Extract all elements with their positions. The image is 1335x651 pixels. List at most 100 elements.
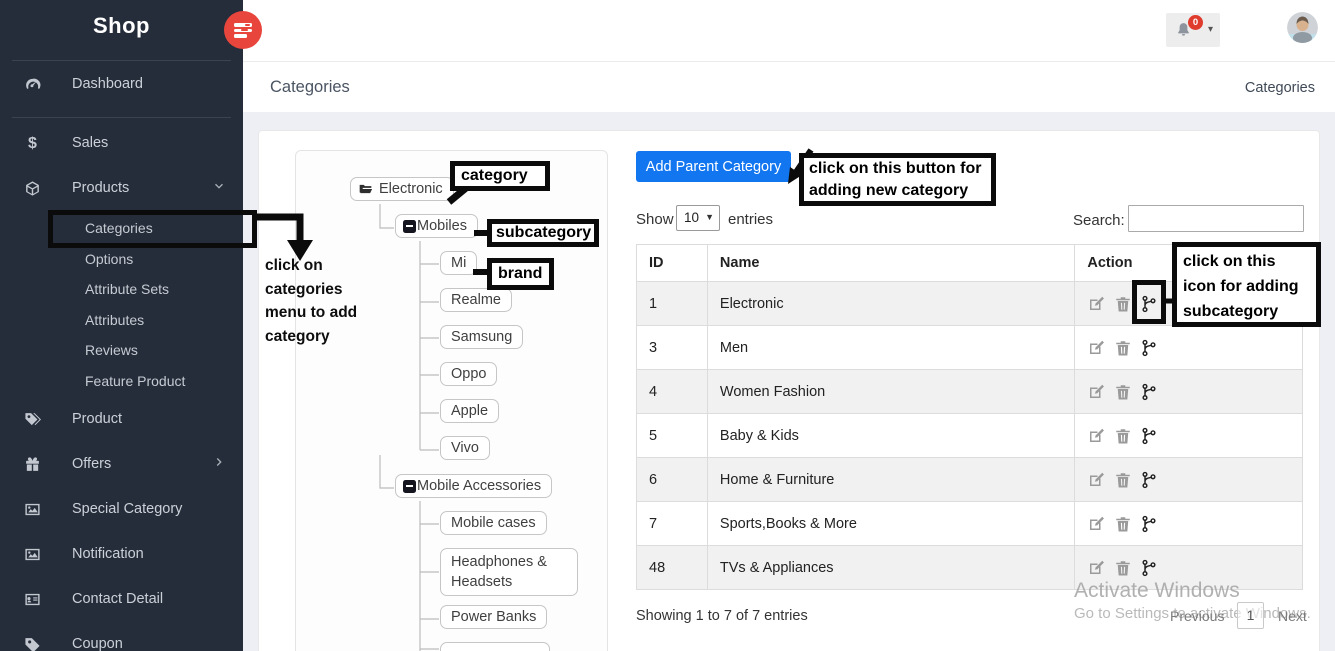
tree-node-apple[interactable]: Apple xyxy=(440,399,499,423)
sidebar-item-label: Products xyxy=(72,180,129,196)
page-header-bar: Categories Categories xyxy=(243,62,1335,112)
delete-icon[interactable] xyxy=(1114,339,1132,357)
add-parent-category-button[interactable]: Add Parent Category xyxy=(636,151,791,182)
sidebar-item-products[interactable]: Products xyxy=(0,178,243,202)
sidebar-item-contact-detail[interactable]: Contact Detail xyxy=(0,589,243,613)
delete-icon[interactable] xyxy=(1114,295,1132,313)
sidebar-item-dashboard[interactable]: Dashboard xyxy=(0,74,243,98)
tree-node-electronic[interactable]: Electronic xyxy=(350,177,454,201)
collapse-minus-icon[interactable] xyxy=(403,220,416,233)
user-avatar[interactable] xyxy=(1287,12,1318,43)
column-header-id[interactable]: ID xyxy=(637,245,708,282)
sidebar-item-label: Attributes xyxy=(85,312,144,328)
tree-node-label: Mobile cases xyxy=(451,515,536,531)
edit-icon[interactable] xyxy=(1087,339,1105,357)
sidebar-item-label: Offers xyxy=(72,456,111,472)
edit-icon[interactable] xyxy=(1087,383,1105,401)
sidebar-item-coupon[interactable]: Coupon xyxy=(0,634,243,651)
sidebar-item-offers[interactable]: Offers xyxy=(0,454,243,478)
cell-name: Home & Furniture xyxy=(707,458,1074,502)
page-title: Categories xyxy=(270,78,350,97)
annotation-category-label: category xyxy=(450,161,550,191)
add-subcategory-icon[interactable] xyxy=(1141,515,1157,533)
tree-node-mi[interactable]: Mi xyxy=(440,251,477,275)
add-subcategory-icon[interactable] xyxy=(1141,427,1157,445)
sidebar-item-feature-product[interactable]: Feature Product xyxy=(0,372,243,394)
edit-icon[interactable] xyxy=(1087,515,1105,533)
delete-icon[interactable] xyxy=(1114,559,1132,577)
annotation-button-note: click on this button for adding new cate… xyxy=(799,153,996,206)
add-subcategory-icon[interactable] xyxy=(1141,559,1157,577)
page-size-select[interactable]: 10 ▼ xyxy=(676,205,720,231)
sidebar-toggle-button[interactable] xyxy=(224,11,262,49)
tree-node-mobile-accessories[interactable]: Mobile Accessories xyxy=(395,474,552,498)
cell-id: 6 xyxy=(637,458,708,502)
table-info-text: Showing 1 to 7 of 7 entries xyxy=(636,608,808,624)
sidebar-item-label: Attribute Sets xyxy=(85,281,169,297)
sidebar-item-attributes[interactable]: Attributes xyxy=(0,311,243,333)
dollar-icon: $ xyxy=(24,135,41,152)
cell-id: 3 xyxy=(637,326,708,370)
breadcrumb: Categories xyxy=(1245,80,1315,96)
delete-icon[interactable] xyxy=(1114,383,1132,401)
sidebar-divider xyxy=(12,60,231,61)
delete-icon[interactable] xyxy=(1114,515,1132,533)
tree-node-samsung[interactable]: Samsung xyxy=(440,325,523,349)
tree-node-power-banks[interactable]: Power Banks xyxy=(440,605,547,629)
pagination-next[interactable]: Next xyxy=(1278,608,1307,624)
edit-icon[interactable] xyxy=(1087,295,1105,313)
sidebar-item-label: Coupon xyxy=(72,636,123,651)
delete-icon[interactable] xyxy=(1114,471,1132,489)
sidebar-item-attribute-sets[interactable]: Attribute Sets xyxy=(0,280,243,302)
pagination-page-1[interactable]: 1 xyxy=(1237,602,1264,629)
cell-id: 7 xyxy=(637,502,708,546)
sidebar: Shop Dashboard $ Sales Products Categori… xyxy=(0,0,243,651)
tree-node-label: Power Banks xyxy=(451,609,536,625)
dashboard-icon xyxy=(24,76,41,93)
tree-node-label: Mi xyxy=(451,255,466,271)
annotation-frame-categories-menu xyxy=(48,210,257,248)
notifications-button[interactable]: 0 ▾ xyxy=(1166,13,1220,47)
edit-icon[interactable] xyxy=(1087,559,1105,577)
add-subcategory-icon[interactable] xyxy=(1141,471,1157,489)
tree-node-label: Realme xyxy=(451,292,501,308)
image-icon xyxy=(24,501,41,518)
cell-id: 4 xyxy=(637,370,708,414)
delete-icon[interactable] xyxy=(1114,427,1132,445)
sidebar-item-sales[interactable]: $ Sales xyxy=(0,133,243,157)
tree-node-realme[interactable]: Realme xyxy=(440,288,512,312)
tree-node-label: Oppo xyxy=(451,366,486,382)
edit-icon[interactable] xyxy=(1087,427,1105,445)
cell-name: TVs & Appliances xyxy=(707,546,1074,590)
search-input[interactable] xyxy=(1128,205,1304,232)
sidebar-item-special-category[interactable]: Special Category xyxy=(0,499,243,523)
column-header-name[interactable]: Name xyxy=(707,245,1074,282)
tree-node-mobiles[interactable]: Mobiles xyxy=(395,214,478,238)
tree-node-oppo[interactable]: Oppo xyxy=(440,362,497,386)
cell-name: Men xyxy=(707,326,1074,370)
sidebar-item-label: Reviews xyxy=(85,342,138,358)
add-subcategory-icon[interactable] xyxy=(1141,383,1157,401)
pagination-previous[interactable]: Previous xyxy=(1170,608,1224,624)
sidebar-item-options[interactable]: Options xyxy=(0,250,243,272)
collapse-minus-icon[interactable] xyxy=(403,480,416,493)
tree-node-mobile-cases[interactable]: Mobile cases xyxy=(440,511,547,535)
search-label: Search: xyxy=(1073,212,1125,229)
tree-node-label: Samsung xyxy=(451,329,512,345)
tree-node-vivo[interactable]: Vivo xyxy=(440,436,490,460)
sidebar-item-label: Product xyxy=(72,411,122,427)
sidebar-item-reviews[interactable]: Reviews xyxy=(0,341,243,363)
categories-admin-page: Shop Dashboard $ Sales Products Categori… xyxy=(0,0,1335,651)
tree-node-partial[interactable] xyxy=(440,642,550,651)
cell-id: 5 xyxy=(637,414,708,458)
select-caret-icon: ▼ xyxy=(705,212,714,222)
cube-icon xyxy=(24,180,41,197)
tree-node-headphones-headsets[interactable]: Headphones & Headsets xyxy=(440,548,578,596)
edit-icon[interactable] xyxy=(1087,471,1105,489)
chevron-right-icon xyxy=(213,456,225,468)
chevron-down-icon xyxy=(213,180,225,192)
sidebar-item-product[interactable]: Product xyxy=(0,409,243,433)
image-icon xyxy=(24,546,41,563)
sidebar-item-notification[interactable]: Notification xyxy=(0,544,243,568)
add-subcategory-icon[interactable] xyxy=(1141,339,1157,357)
